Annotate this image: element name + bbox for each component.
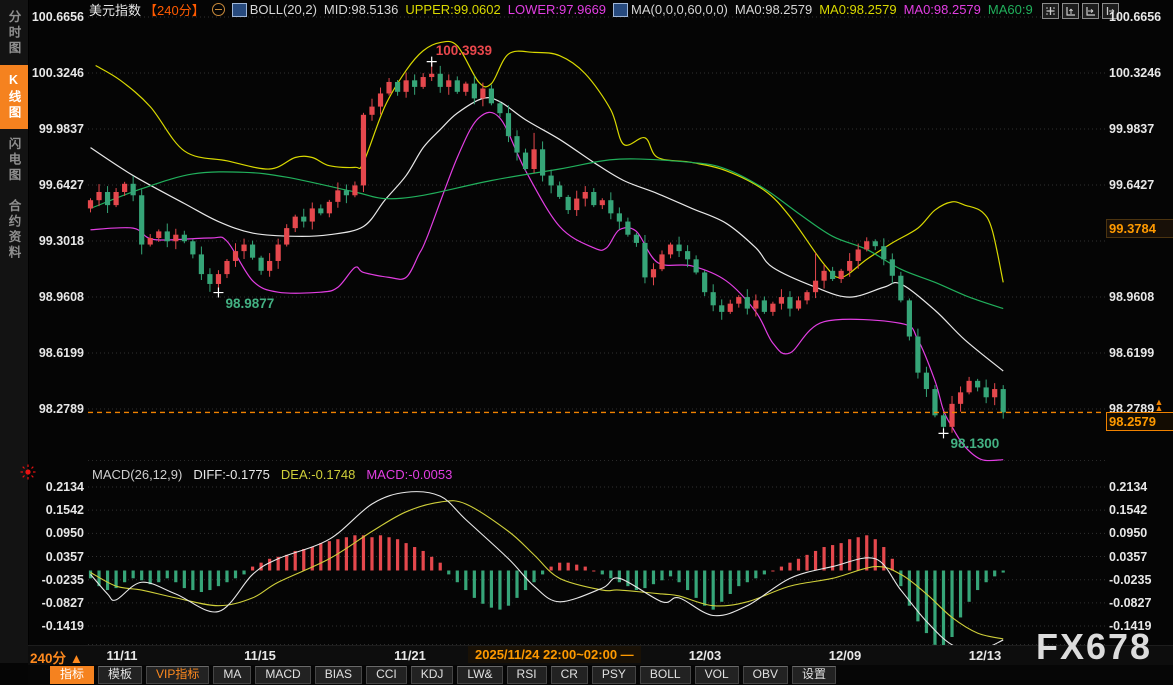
- ma0-value-1: MA0:98.2579: [735, 2, 812, 17]
- toolbar-button-KDJ[interactable]: KDJ: [411, 666, 454, 684]
- watermark: FX678: [1036, 626, 1152, 668]
- ma0-value-2: MA0:98.2579: [819, 2, 896, 17]
- sidebar-tab-0[interactable]: 分时图: [0, 2, 28, 65]
- left-axis-label: 99.6427: [30, 177, 84, 193]
- left-axis-label: 99.9837: [30, 121, 84, 137]
- right-axis-label: 98.6199: [1109, 345, 1169, 361]
- toolbar-button-LW&[interactable]: LW&: [457, 666, 502, 684]
- toolbar-button-BOLL[interactable]: BOLL: [640, 666, 691, 684]
- indicator-header: 美元指数 【240分】 BOLL(20,2) MID:98.5136 UPPER…: [89, 2, 1033, 17]
- sidebar-tab-1[interactable]: K线图: [0, 65, 28, 129]
- ma-label: MA(0,0,0,60,0,0): [631, 2, 728, 17]
- toolbar-button-PSY[interactable]: PSY: [592, 666, 636, 684]
- macd-diff-value: DIFF:-0.1775: [193, 467, 270, 482]
- left-axis-label: -0.0827: [30, 595, 84, 611]
- x-axis-label: 12/09: [815, 648, 875, 663]
- left-axis-label: 98.2789: [30, 401, 84, 417]
- toolbar-button-MACD[interactable]: MACD: [255, 666, 310, 684]
- alert-burst-icon: [20, 464, 36, 480]
- chart-toolbar-icons: [1042, 3, 1119, 19]
- ma-indicator-icon[interactable]: [613, 3, 628, 17]
- toolbar-button-RSI[interactable]: RSI: [507, 666, 547, 684]
- toolbar-button-OBV[interactable]: OBV: [743, 666, 788, 684]
- x-axis-label: 11/15: [230, 648, 290, 663]
- price-macd-chart: [0, 0, 1173, 685]
- ma60-value: MA60:9: [988, 2, 1033, 17]
- right-axis-label: 0.2134: [1109, 479, 1169, 495]
- left-axis-label: 0.2134: [30, 479, 84, 495]
- right-axis-label: 100.3246: [1109, 65, 1169, 81]
- x-axis-label: 11/21: [380, 648, 440, 663]
- zoom-x-axis-icon[interactable]: [1082, 3, 1099, 19]
- left-axis-label: 100.6656: [30, 9, 84, 25]
- left-axis-label: 99.3018: [30, 233, 84, 249]
- left-axis-label: 0.0950: [30, 525, 84, 541]
- indicator-toolbar: 指标模板VIP指标MAMACD BIASCCIKDJLW&RSICRPSYBOLL…: [28, 665, 1173, 685]
- toolbar-button-VIP指标[interactable]: VIP指标: [146, 666, 209, 684]
- x-axis-label: 12/03: [675, 648, 735, 663]
- right-axis-label: 99.9837: [1109, 121, 1169, 137]
- left-axis-label: -0.0235: [30, 572, 84, 588]
- left-axis-label: 100.3246: [30, 65, 84, 81]
- price-annotation: 98.9877: [225, 296, 274, 311]
- toolbar-button-BIAS[interactable]: BIAS: [315, 666, 362, 684]
- boll-upper-value: UPPER:99.0602: [405, 2, 500, 17]
- right-axis-label: 0.1542: [1109, 502, 1169, 518]
- toolbar-button-CR[interactable]: CR: [551, 666, 588, 684]
- right-axis-highlight-value: 99.3784: [1106, 219, 1173, 238]
- boll-indicator-icon[interactable]: [232, 3, 247, 17]
- price-annotation: 98.1300: [951, 436, 1000, 451]
- boll-lower-value: LOWER:97.9669: [508, 2, 606, 17]
- sidebar-tab-3[interactable]: 合约资料: [0, 191, 28, 269]
- toolbar-button-CCI[interactable]: CCI: [366, 666, 407, 684]
- boll-mid-value: MID:98.5136: [324, 2, 398, 17]
- x-axis-label: 11/11: [92, 648, 152, 663]
- right-axis-label: 99.6427: [1109, 177, 1169, 193]
- left-axis-label: -0.1419: [30, 618, 84, 634]
- chart-type-sidebar: 分时图K线图闪电图合约资料: [0, 0, 29, 663]
- macd-dea-value: DEA:-0.1748: [281, 467, 355, 482]
- move-crosshair-icon[interactable]: [1042, 3, 1059, 19]
- toolbar-button-VOL[interactable]: VOL: [695, 666, 739, 684]
- selected-candle-timestamp: 2025/11/24 22:00~02:00 —: [468, 646, 641, 663]
- macd-params-label: MACD(26,12,9): [92, 467, 182, 482]
- right-axis-label: -0.0235: [1109, 572, 1169, 588]
- left-axis-label: 0.1542: [30, 502, 84, 518]
- toolbar-button-设置[interactable]: 设置: [792, 666, 836, 684]
- right-axis-label: 0.0357: [1109, 549, 1169, 565]
- right-axis-label: 100.6656: [1109, 9, 1169, 25]
- left-axis-label: 98.9608: [30, 289, 84, 305]
- right-axis-label: -0.0827: [1109, 595, 1169, 611]
- trading-app-window: 分时图K线图闪电图合约资料 美元指数 【240分】 BOLL(20,2) MID…: [0, 0, 1173, 685]
- x-axis-label: 12/13: [955, 648, 1015, 663]
- price-annotation: 100.3939: [436, 43, 492, 58]
- toolbar-button-指标[interactable]: 指标: [50, 666, 94, 684]
- macd-header: MACD(26,12,9) DIFF:-0.1775 DEA:-0.1748 M…: [92, 467, 452, 482]
- symbol-title: 美元指数: [89, 0, 141, 19]
- sidebar-tab-2[interactable]: 闪电图: [0, 129, 28, 192]
- toolbar-button-模板[interactable]: 模板: [98, 666, 142, 684]
- current-price-box: 98.2579: [1106, 412, 1173, 431]
- zoom-y-axis-icon[interactable]: [1062, 3, 1079, 19]
- macd-macd-value: MACD:-0.0053: [366, 467, 452, 482]
- collapse-indicator-icon[interactable]: [212, 3, 225, 16]
- right-axis-label: 98.9608: [1109, 289, 1169, 305]
- boll-label: BOLL(20,2): [250, 2, 317, 17]
- price-up-arrow-icon: ▲▲: [1151, 399, 1167, 411]
- left-axis-label: 0.0357: [30, 549, 84, 565]
- period-label: 【240分】: [144, 0, 205, 19]
- toolbar-button-MA[interactable]: MA: [213, 666, 251, 684]
- right-axis-label: 0.0950: [1109, 525, 1169, 541]
- left-axis-label: 98.6199: [30, 345, 84, 361]
- period-selector[interactable]: 240分 ▲: [30, 647, 83, 667]
- ma0-value-3: MA0:98.2579: [904, 2, 981, 17]
